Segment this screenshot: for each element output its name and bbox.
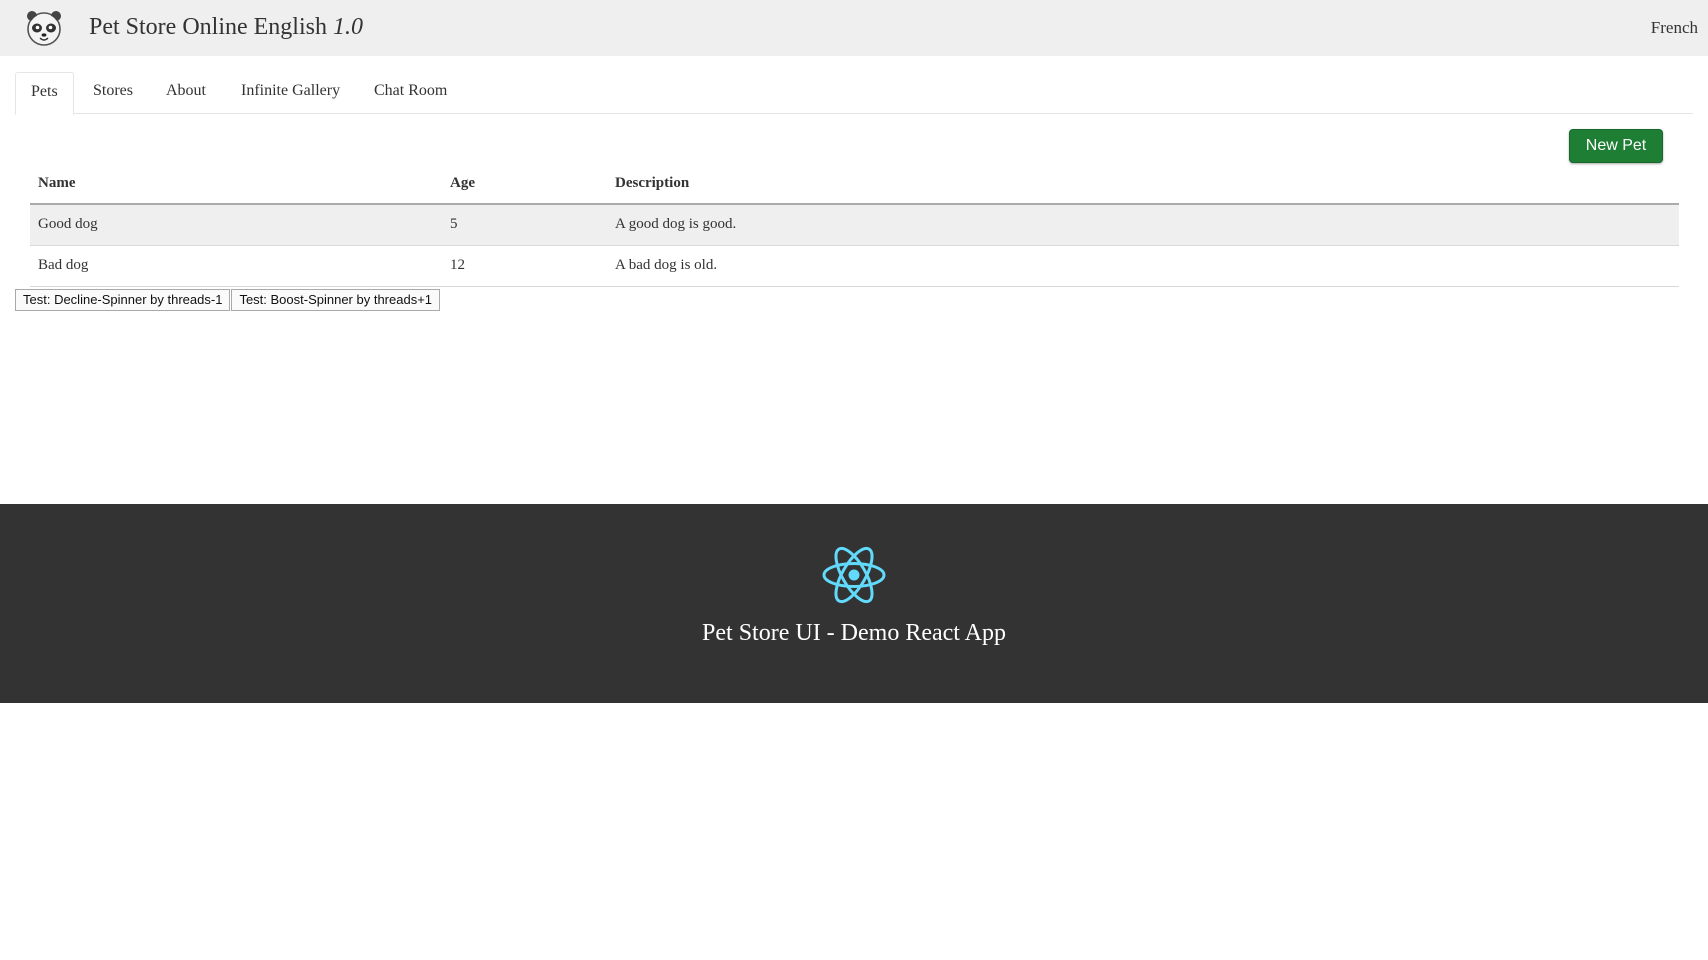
new-pet-button[interactable]: New Pet: [1569, 129, 1663, 163]
table-row[interactable]: Bad dog 12 A bad dog is old.: [30, 245, 1679, 287]
language-switch-link[interactable]: French: [1651, 18, 1698, 38]
pets-table: Name Age Description Good dog 5 A good d…: [30, 164, 1679, 287]
pet-name-cell: Good dog: [30, 204, 442, 246]
table-header-row: Name Age Description: [30, 164, 1679, 205]
top-header: Pet Store Online English 1.0 French: [0, 0, 1708, 56]
column-header-age: Age: [442, 164, 607, 205]
column-header-description: Description: [607, 164, 1679, 205]
tab-stores[interactable]: Stores: [93, 72, 133, 114]
tab-pets[interactable]: Pets: [15, 72, 74, 115]
column-header-name: Name: [30, 164, 442, 205]
table-row[interactable]: Good dog 5 A good dog is good.: [30, 204, 1679, 246]
tab-about[interactable]: About: [166, 72, 206, 114]
tab-chat-room[interactable]: Chat Room: [374, 72, 447, 114]
main-tabs: Pets Stores About Infinite Gallery Chat …: [15, 72, 1693, 115]
test-buttons-group: Test: Decline-Spinner by threads-1 Test:…: [15, 289, 441, 311]
pet-age-cell: 5: [442, 204, 607, 246]
pet-description-cell: A good dog is good.: [607, 204, 1679, 246]
tab-infinite-gallery[interactable]: Infinite Gallery: [241, 72, 340, 114]
footer-title: Pet Store UI - Demo React App: [702, 620, 1006, 646]
boost-spinner-button[interactable]: Test: Boost-Spinner by threads+1: [231, 289, 441, 311]
pet-name-cell: Bad dog: [30, 245, 442, 287]
react-logo-icon: [822, 546, 886, 604]
decline-spinner-button[interactable]: Test: Decline-Spinner by threads-1: [15, 289, 231, 311]
pet-description-cell: A bad dog is old.: [607, 245, 1679, 287]
panda-logo-icon: [27, 11, 61, 46]
app-title-text: Pet Store Online English: [89, 14, 327, 40]
app-version: 1.0: [332, 14, 363, 40]
app-title: Pet Store Online English 1.0: [89, 14, 363, 41]
pet-age-cell: 12: [442, 245, 607, 287]
footer: Pet Store UI - Demo React App: [0, 504, 1708, 703]
